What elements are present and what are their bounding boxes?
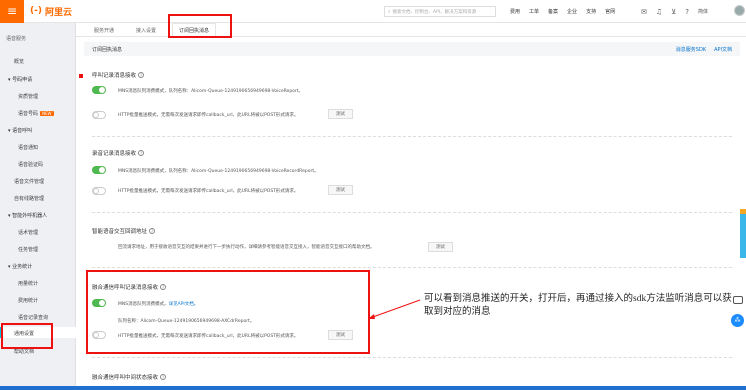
chat-icon[interactable] <box>732 296 743 304</box>
bottom-bar <box>0 386 746 390</box>
floating-tools: ⁂ <box>731 296 744 327</box>
fab-icon[interactable]: ⁂ <box>731 314 744 327</box>
side-promo-strip[interactable] <box>740 210 746 258</box>
annotation-text: 可以看到消息推送的开关，打开后，再通过接入的sdk方法监听消息可以获取到对应的消… <box>424 294 732 317</box>
annotation-arrow <box>368 299 421 319</box>
side-promo-tag[interactable] <box>740 209 746 214</box>
